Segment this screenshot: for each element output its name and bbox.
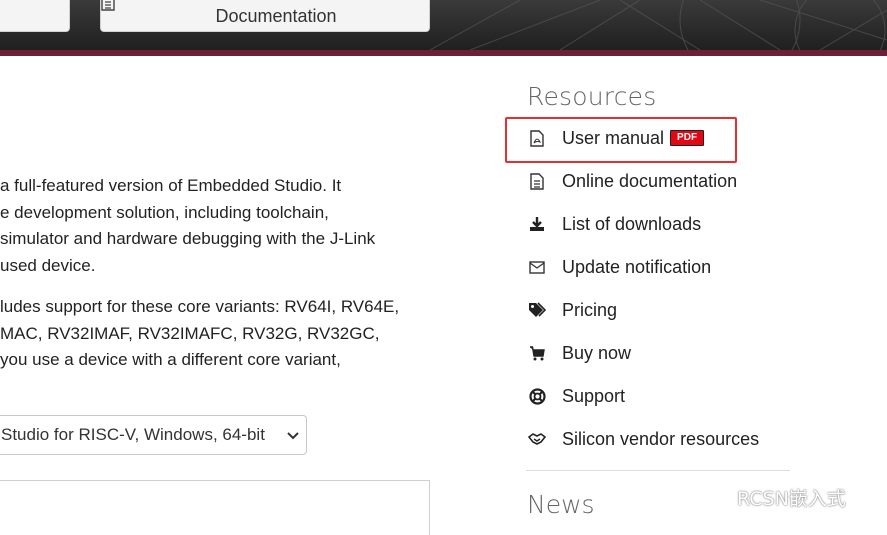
tags-icon bbox=[528, 301, 546, 319]
document-icon bbox=[101, 0, 207, 25]
sidebar-item-label: Buy now bbox=[562, 342, 632, 363]
lifebuoy-icon bbox=[528, 387, 546, 405]
envelope-icon bbox=[528, 258, 546, 276]
description-line: a full-featured version of Embedded Stud… bbox=[0, 176, 342, 195]
sidebar-item-update-notification[interactable]: Update notification bbox=[528, 254, 711, 280]
sidebar-item-label: List of downloads bbox=[562, 213, 702, 234]
description-paragraph-1: a full-featured version of Embedded Stud… bbox=[0, 173, 440, 279]
sidebar-item-label: Pricing bbox=[562, 299, 618, 320]
description-paragraph-2: ludes support for these core variants: R… bbox=[0, 294, 440, 374]
watermark-text: RCSN嵌入式 bbox=[737, 488, 846, 510]
download-icon bbox=[528, 215, 546, 233]
sidebar-item-label: Silicon vendor resources bbox=[562, 428, 760, 449]
description-line: e development solution, including toolch… bbox=[0, 202, 329, 222]
sidebar-item-silicon-vendor-resources[interactable]: Silicon vendor resources bbox=[528, 426, 759, 452]
sidebar-item-support[interactable]: Support bbox=[528, 383, 625, 409]
hero-stripe bbox=[0, 50, 887, 56]
sidebar-item-buy-now[interactable]: Buy now bbox=[528, 340, 631, 366]
description-line: simulator and hardware debugging with th… bbox=[0, 229, 376, 248]
sidebar-item-label: Online documentation bbox=[562, 170, 738, 191]
sidebar-item-label: Support bbox=[562, 385, 626, 406]
resources-heading: Resources bbox=[527, 82, 657, 111]
watermark: RCSN嵌入式 bbox=[707, 484, 846, 511]
hero-button-left[interactable] bbox=[0, 0, 70, 32]
news-heading: News bbox=[527, 490, 595, 519]
select-value: Studio for RISC-V, Windows, 64-bit bbox=[1, 425, 265, 444]
chevron-down-icon bbox=[286, 428, 300, 442]
wechat-icon bbox=[707, 485, 731, 510]
sidebar-item-list-of-downloads[interactable]: List of downloads bbox=[528, 211, 701, 237]
sidebar-item-pricing[interactable]: Pricing bbox=[528, 297, 617, 323]
sidebar-divider bbox=[526, 470, 790, 471]
highlight-box bbox=[505, 117, 737, 163]
sidebar-item-online-documentation[interactable]: Online documentation bbox=[528, 168, 737, 194]
sidebar-item-label: Update notification bbox=[562, 256, 712, 277]
document-icon bbox=[528, 172, 546, 190]
documentation-label: Documentation bbox=[215, 5, 337, 26]
handshake-icon bbox=[528, 430, 546, 448]
description-line: used device. bbox=[0, 255, 96, 275]
hero-banner: Documentation bbox=[0, 0, 887, 50]
cart-icon bbox=[528, 344, 546, 362]
description-line: you use a device with a different core v… bbox=[0, 350, 341, 369]
documentation-button[interactable]: Documentation bbox=[100, 0, 430, 32]
download-variant-select[interactable]: Studio for RISC-V, Windows, 64-bit bbox=[0, 415, 307, 455]
description-line: ludes support for these core variants: R… bbox=[0, 297, 400, 316]
description-line: MAC, RV32IMAF, RV32IMAFC, RV32G, RV32GC, bbox=[0, 323, 380, 343]
download-panel bbox=[0, 480, 430, 535]
